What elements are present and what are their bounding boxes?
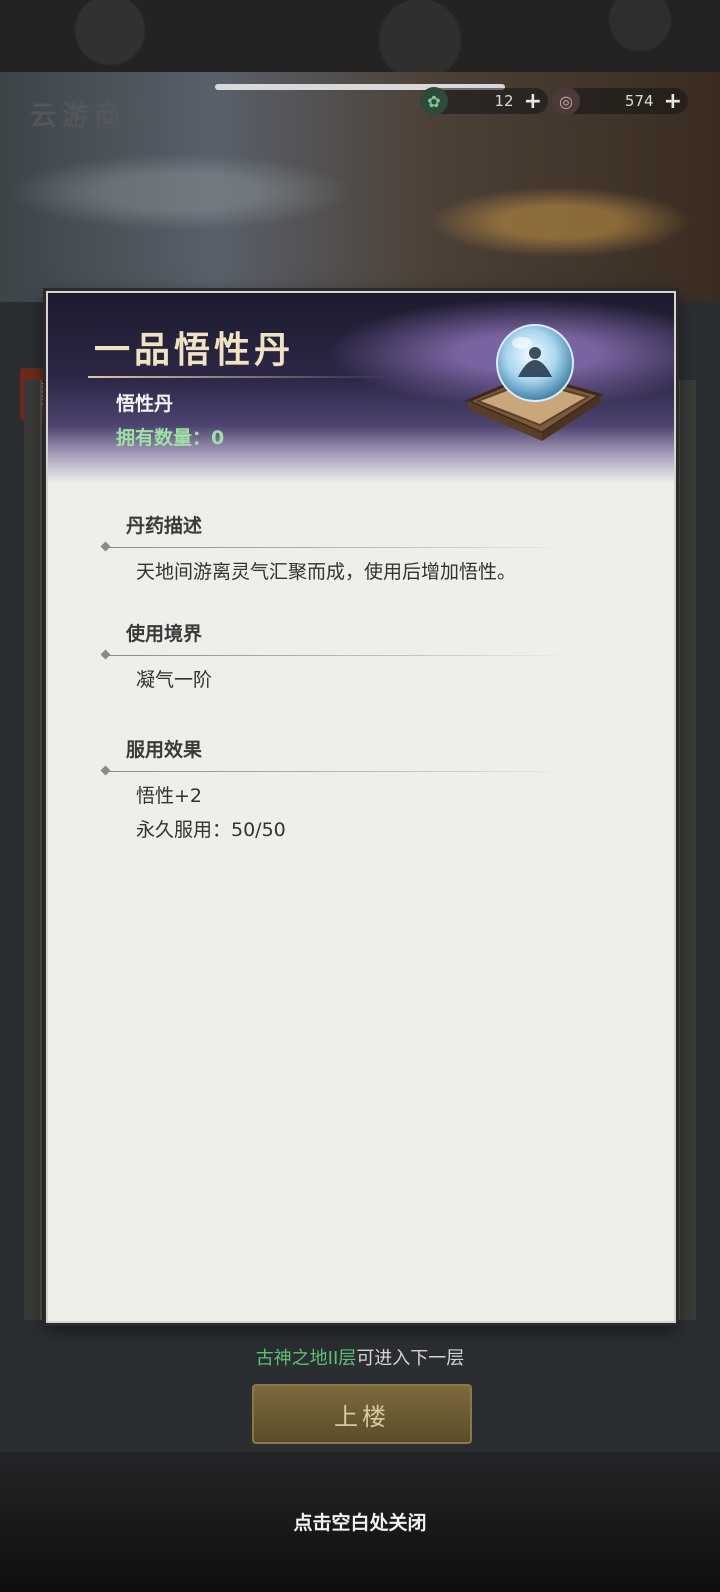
top-pattern-strip [0,0,720,72]
resource-spirit-stone-value: 574 [624,92,654,110]
shop-title: 云游商人 [30,101,158,132]
item-type: 悟性丹 [116,393,174,415]
section-divider [104,771,574,772]
close-hint[interactable]: 点击空白处关闭 [0,1508,720,1535]
floor-hint: 古神之地II层可进入下一层 [0,1344,720,1370]
section-title: 丹药描述 [126,515,203,537]
add-jade-button[interactable]: + [524,89,548,114]
section-line: 悟性+2 [136,785,203,807]
section-divider [104,547,574,548]
section-title: 服用效果 [126,739,203,761]
add-spirit-stone-button[interactable]: + [664,89,688,114]
section-title: 使用境界 [126,623,203,645]
resource-jade-value: 12 [494,92,514,110]
spirit-stone-icon: ◎ [552,87,580,115]
card-header: 一品悟性丹 悟性丹 拥有数量：0 [48,293,674,483]
item-name: 一品悟性丹 [94,330,295,371]
section-line: 天地间游离灵气汇聚而成，使用后增加悟性。 [136,561,517,583]
section-line: 凝气一阶 [136,669,213,691]
section-line: 永久服用：50/50 [136,819,286,841]
upstairs-button[interactable]: 上楼 [252,1384,472,1444]
pill-orb-icon [464,324,604,441]
right-shelf-rail [678,380,696,1320]
left-shelf-rail [24,380,42,1320]
title-divider [88,376,388,378]
item-owned-count: 拥有数量：0 [116,427,225,449]
resource-spirit-stone: ◎ 574 + [552,87,688,115]
item-detail-card: 一品悟性丹 悟性丹 拥有数量：0 丹药描述 天地间游离灵气汇聚而成，使用后增加悟… [46,291,676,1323]
floor-hint-text: 可进入下一层 [356,1348,465,1369]
resource-jade: ✿ 12 + [420,87,548,115]
section-divider [104,655,574,656]
floor-name: 古神之地II层 [255,1348,357,1369]
jade-coin-icon: ✿ [420,87,448,115]
